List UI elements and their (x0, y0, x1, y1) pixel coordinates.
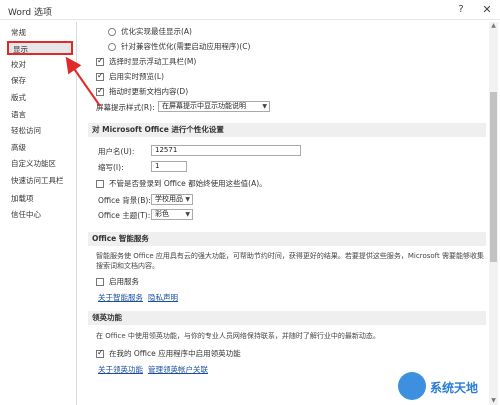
scroll-down-icon[interactable]: ▼ (490, 397, 497, 405)
sidebar-item-trust-center[interactable]: 信任中心 (7, 208, 73, 222)
sidebar-item-layout[interactable]: 版式 (7, 91, 73, 105)
update-content-checkbox[interactable]: 拖动时更新文档内容(D) (96, 86, 188, 97)
intelligent-services-header: Office 智能服务 (88, 232, 486, 246)
enable-linkedin-checkbox[interactable]: 在我的 Office 应用程序中启用领英功能 (96, 348, 241, 359)
radio-label: 针对兼容性优化(需要启动应用程序)(C) (121, 42, 251, 51)
checkbox-label: 不管是否登录到 Office 都始终使用这些值(A)。 (109, 179, 267, 188)
sidebar-item-accessibility[interactable]: 轻松访问 (7, 124, 73, 138)
sidebar-item-save[interactable]: 保存 (7, 74, 73, 88)
office-theme-value: 彩色 (155, 210, 169, 218)
personalize-section-header: 对 Microsoft Office 进行个性化设置 (88, 123, 486, 137)
chevron-down-icon: ▼ (185, 211, 190, 218)
privacy-statement-link[interactable]: 隐私声明 (148, 292, 178, 303)
close-button[interactable]: ✕ (480, 3, 494, 17)
manage-linkedin-link[interactable]: 管理领英帐户关联 (148, 364, 208, 375)
checkbox-label: 启用实时预览(L) (109, 72, 165, 81)
checkbox-label: 在我的 Office 应用程序中启用领英功能 (109, 349, 241, 358)
username-input[interactable]: 12571 (151, 145, 301, 156)
scroll-up-icon[interactable]: ▲ (490, 22, 497, 30)
sidebar-item-add-ins[interactable]: 加载项 (7, 192, 73, 206)
tooltip-style-label: 屏幕提示样式(R): (96, 103, 155, 112)
username-label: 用户名(U): (98, 147, 135, 156)
office-background-label: Office 背景(B): (98, 196, 151, 205)
office-theme-dropdown[interactable]: 彩色 ▼ (151, 209, 193, 220)
chevron-down-icon: ▼ (262, 103, 267, 110)
linkedin-description: 在 Office 中使用领英功能，与你的专业人员网络保持联系，并随时了解行业中的… (96, 332, 380, 340)
help-button[interactable]: ? (454, 3, 468, 17)
live-preview-checkbox[interactable]: 启用实时预览(L) (96, 71, 164, 82)
checkbox-label: 选择时显示浮动工具栏(M) (109, 57, 197, 66)
sidebar-item-language[interactable]: 语言 (7, 108, 73, 122)
checkbox[interactable] (96, 71, 104, 81)
radio-label: 优化实现最佳显示(A) (121, 27, 192, 36)
options-sidebar: 常规 显示 校对 保存 版式 语言 轻松访问 高级 自定义功能区 快速访问工具栏… (3, 22, 77, 405)
checkbox-label: 启用服务 (109, 277, 139, 286)
about-linkedin-link[interactable]: 关于领英功能 (98, 364, 143, 375)
intelligent-services-description: 智能服务使 Office 应用具有云的强大功能，可帮助节约时间，获得更好的结果。… (96, 252, 484, 270)
watermark-globe-icon (398, 372, 426, 400)
title-bar: Word 选项 ? ✕ (0, 0, 500, 20)
always-use-values-checkbox[interactable]: 不管是否登录到 Office 都始终使用这些值(A)。 (96, 178, 267, 189)
checkbox[interactable] (96, 277, 104, 286)
sidebar-item-general[interactable]: 常规 (7, 26, 73, 40)
checkbox-label: 拖动时更新文档内容(D) (109, 87, 189, 96)
mini-toolbar-checkbox[interactable]: 选择时显示浮动工具栏(M) (96, 56, 196, 67)
optimize-display-radio[interactable]: 优化实现最佳显示(A) (108, 26, 192, 37)
about-intelligent-services-link[interactable]: 关于智能服务 (98, 292, 143, 303)
initials-label: 缩写(I): (98, 163, 124, 172)
sidebar-item-advanced[interactable]: 高级 (7, 141, 73, 155)
scroll-thumb[interactable] (490, 92, 497, 262)
watermark-text: 系统天地 (430, 381, 479, 395)
sidebar-item-customize-ribbon[interactable]: 自定义功能区 (7, 157, 73, 171)
chevron-down-icon: ▼ (185, 196, 190, 203)
office-background-value: 学校用品 (155, 195, 183, 203)
content-scrollbar[interactable]: ▲ ▼ (489, 22, 498, 405)
checkbox[interactable] (96, 348, 104, 358)
sidebar-item-quick-access-toolbar[interactable]: 快速访问工具栏 (7, 174, 73, 188)
initials-input[interactable]: 1 (151, 161, 187, 172)
radio-button[interactable] (108, 42, 116, 51)
radio-button[interactable] (108, 27, 116, 36)
sidebar-item-proofing[interactable]: 校对 (7, 58, 73, 72)
office-background-dropdown[interactable]: 学校用品 ▼ (151, 194, 193, 205)
checkbox[interactable] (96, 179, 104, 188)
enable-services-checkbox[interactable]: 启用服务 (96, 276, 139, 287)
tooltip-style-value: 在屏幕提示中显示功能说明 (162, 102, 246, 110)
linkedin-features-header: 领英功能 (88, 311, 486, 325)
tooltip-style-dropdown[interactable]: 在屏幕提示中显示功能说明 ▼ (158, 101, 270, 112)
optimize-compat-radio[interactable]: 针对兼容性优化(需要启动应用程序)(C) (108, 41, 250, 52)
window-title: Word 选项 (8, 8, 52, 18)
sidebar-item-display[interactable]: 显示 (7, 41, 73, 55)
checkbox[interactable] (96, 56, 104, 66)
office-theme-label: Office 主题(T): (98, 211, 151, 220)
checkbox[interactable] (96, 86, 104, 96)
